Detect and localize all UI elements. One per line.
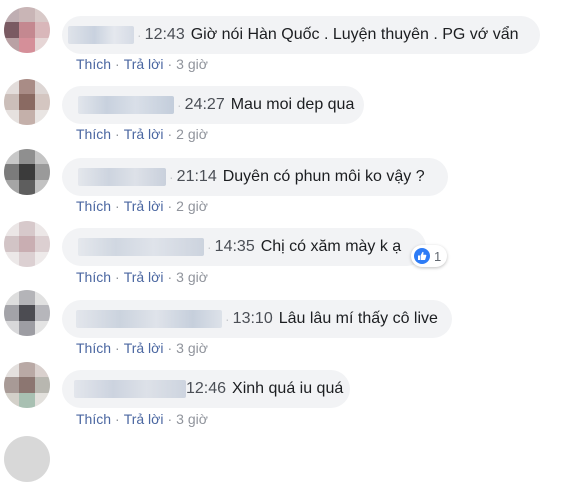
reaction-badge[interactable]: 1 — [411, 245, 448, 267]
author-name-blurred[interactable] — [78, 168, 166, 186]
avatar[interactable] — [4, 290, 50, 336]
like-link[interactable]: Thích — [76, 198, 111, 214]
separator: · — [137, 27, 142, 43]
separator: · — [207, 239, 212, 255]
dot-separator: · — [167, 198, 173, 214]
timestamp: 21:14 — [176, 168, 217, 185]
like-link[interactable]: Thích — [76, 411, 111, 427]
comment-text: Xinh quá iu quá — [232, 380, 344, 397]
dot-separator: · — [115, 411, 120, 427]
timestamp: 14:35 — [214, 238, 255, 255]
author-name-blurred[interactable] — [78, 238, 204, 256]
dot-separator: · — [115, 126, 120, 142]
author-name-blurred[interactable] — [78, 96, 174, 114]
reaction-count: 1 — [434, 248, 442, 264]
comment-age[interactable]: 3 giờ — [176, 340, 208, 356]
reply-link[interactable]: Trả lời — [124, 56, 164, 72]
timestamp: 12:43 — [144, 26, 185, 43]
like-link[interactable]: Thích — [76, 56, 111, 72]
avatar[interactable] — [4, 79, 50, 125]
comment-age[interactable]: 3 giờ — [176, 269, 208, 285]
comment-bubble: · 13:10 Lâu lâu mí thấy cô live — [62, 300, 452, 338]
comment-bubble: · 24:27 Mau moi dep qua — [62, 86, 364, 124]
dot-separator: · — [115, 340, 120, 356]
dot-separator: · — [167, 340, 173, 356]
comment-age[interactable]: 3 giờ — [176, 56, 208, 72]
reply-link[interactable]: Trả lời — [124, 126, 164, 142]
comment-age[interactable]: 2 giờ — [176, 126, 208, 142]
like-link[interactable]: Thích — [76, 269, 111, 285]
comment-actions: Thích · Trả lời · 2 giờ — [76, 126, 208, 142]
dot-separator: · — [167, 126, 173, 142]
author-name-blurred[interactable] — [74, 380, 186, 398]
comment-text: Giờ nói Hàn Quốc . Luyện thuyên . PG vớ … — [190, 26, 519, 43]
dot-separator: · — [167, 411, 173, 427]
reply-link[interactable]: Trả lời — [124, 411, 164, 427]
dot-separator: · — [167, 56, 173, 72]
dot-separator: · — [115, 269, 120, 285]
dot-separator: · — [115, 56, 120, 72]
comment-text: Chị có xăm mày k ạ — [260, 238, 402, 255]
like-link[interactable]: Thích — [76, 340, 111, 356]
timestamp: 24:27 — [184, 96, 225, 113]
comment-bubble: · 14:35 Chị có xăm mày k ạ — [62, 228, 426, 266]
comment-actions: Thích · Trả lời · 2 giờ — [76, 198, 208, 214]
reply-link[interactable]: Trả lời — [124, 269, 164, 285]
comment-text: Duyên có phun môi ko vậy ? — [222, 168, 425, 185]
comment-bubble: 12:46 Xinh quá iu quá — [62, 370, 350, 408]
comment-actions: Thích · Trả lời · 3 giờ — [76, 269, 208, 285]
separator: · — [169, 169, 174, 185]
reply-link[interactable]: Trả lời — [124, 198, 164, 214]
timestamp: 12:46 — [186, 380, 227, 397]
comment-age[interactable]: 2 giờ — [176, 198, 208, 214]
thumbs-up-icon — [414, 248, 430, 264]
comment-actions: Thích · Trả lời · 3 giờ — [76, 411, 208, 427]
comment-age[interactable]: 3 giờ — [176, 411, 208, 427]
comment-actions: Thích · Trả lời · 3 giờ — [76, 340, 208, 356]
separator: · — [225, 311, 230, 327]
author-name-blurred[interactable] — [68, 26, 134, 44]
comment-bubble: · 21:14 Duyên có phun môi ko vậy ? — [62, 158, 448, 196]
avatar[interactable] — [4, 362, 50, 408]
avatar[interactable] — [4, 436, 50, 482]
dot-separator: · — [167, 269, 173, 285]
avatar[interactable] — [4, 221, 50, 267]
comment-text: Mau moi dep qua — [230, 96, 355, 113]
timestamp: 13:10 — [232, 310, 273, 327]
author-name-blurred[interactable] — [76, 310, 222, 328]
comment-actions: Thích · Trả lời · 3 giờ — [76, 56, 208, 72]
avatar[interactable] — [4, 7, 50, 53]
avatar[interactable] — [4, 149, 50, 195]
like-link[interactable]: Thích — [76, 126, 111, 142]
reply-link[interactable]: Trả lời — [124, 340, 164, 356]
separator: · — [177, 97, 182, 113]
comment-bubble: · 12:43 Giờ nói Hàn Quốc . Luyện thuyên … — [62, 16, 540, 54]
dot-separator: · — [115, 198, 120, 214]
comment-text: Lâu lâu mí thấy cô live — [278, 310, 438, 327]
